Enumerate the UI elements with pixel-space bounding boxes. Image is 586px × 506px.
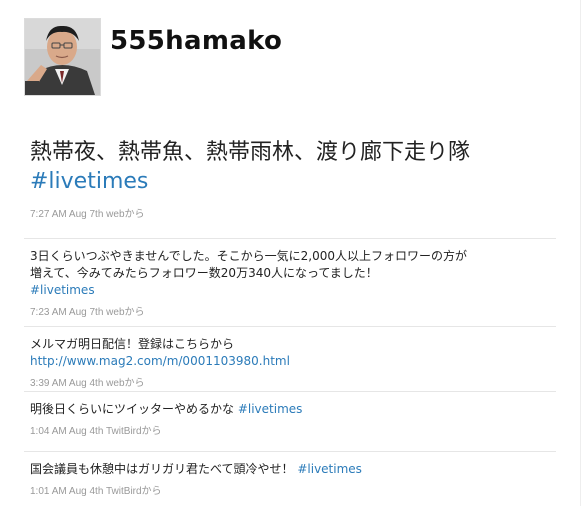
avatar[interactable] — [24, 18, 101, 96]
tweet-timeline: 3日くらいつぶやきませんでした。そこから一気に2,000人以上フォロワーの方が増… — [24, 238, 556, 505]
tweet-item: メルマガ明日配信！登録はこちらから http://www.mag2.com/m/0… — [24, 326, 556, 391]
page-divider — [580, 0, 581, 506]
tweet-meta: 3:39 AM Aug 4th webから — [30, 374, 556, 389]
profile-header: 555hamako — [24, 18, 564, 96]
tweet-source: TwitBirdから — [106, 486, 162, 497]
tweet-link[interactable]: http://www.mag2.com/m/0001103980.html — [30, 354, 290, 368]
tweet-body: 国会議員も休憩中はガリガリ君たべて頭冷やせ！ — [30, 462, 298, 476]
featured-tweet-text: 熱帯夜、熱帯魚、熱帯雨林、渡り廊下走り隊 #livetimes — [30, 138, 550, 196]
tweet-item: 国会議員も休憩中はガリガリ君たべて頭冷やせ！ #livetimes 1:01 A… — [24, 451, 556, 505]
tweet-meta: 7:23 AM Aug 7th webから — [30, 303, 556, 318]
tweet-hashtag[interactable]: #livetimes — [297, 462, 362, 476]
tweet-text: メルマガ明日配信！登録はこちらから http://www.mag2.com/m/0… — [30, 336, 470, 370]
profile-username[interactable]: 555hamako — [110, 26, 282, 56]
tweet-source: webから — [106, 378, 145, 389]
featured-tweet-hashtag[interactable]: #livetimes — [30, 169, 148, 194]
tweet-timestamp[interactable]: 3:39 AM Aug 4th — [30, 378, 103, 389]
featured-tweet-timestamp[interactable]: 7:27 AM Aug 7th — [30, 209, 103, 220]
tweet-item: 明後日くらいにツイッターやめるかな #livetimes 1:04 AM Aug… — [24, 391, 556, 451]
tweet-body: 明後日くらいにツイッターやめるかな — [30, 402, 238, 416]
tweet-meta: 1:01 AM Aug 4th TwitBirdから — [30, 482, 556, 497]
user-avatar-icon — [25, 19, 100, 95]
tweet-body: メルマガ明日配信！登録はこちらから — [30, 337, 235, 351]
tweet-text: 3日くらいつぶやきませんでした。そこから一気に2,000人以上フォロワーの方が増… — [30, 248, 470, 299]
featured-tweet-source: webから — [106, 209, 145, 220]
tweet-timestamp[interactable]: 7:23 AM Aug 7th — [30, 307, 103, 318]
tweet-item: 3日くらいつぶやきませんでした。そこから一気に2,000人以上フォロワーの方が増… — [24, 238, 556, 326]
featured-tweet: 熱帯夜、熱帯魚、熱帯雨林、渡り廊下走り隊 #livetimes 7:27 AM … — [30, 138, 550, 220]
tweet-timestamp[interactable]: 1:04 AM Aug 4th — [30, 426, 103, 437]
tweet-body: 3日くらいつぶやきませんでした。そこから一気に2,000人以上フォロワーの方が増… — [30, 249, 468, 280]
featured-tweet-body: 熱帯夜、熱帯魚、熱帯雨林、渡り廊下走り隊 — [30, 140, 471, 165]
tweet-text: 国会議員も休憩中はガリガリ君たべて頭冷やせ！ #livetimes — [30, 461, 470, 478]
tweet-timestamp[interactable]: 1:01 AM Aug 4th — [30, 486, 103, 497]
tweet-source: TwitBirdから — [106, 426, 162, 437]
featured-tweet-meta: 7:27 AM Aug 7th webから — [30, 205, 550, 220]
tweet-meta: 1:04 AM Aug 4th TwitBirdから — [30, 422, 556, 437]
tweet-hashtag[interactable]: #livetimes — [238, 402, 303, 416]
tweet-text: 明後日くらいにツイッターやめるかな #livetimes — [30, 401, 470, 418]
tweet-source: webから — [106, 307, 145, 318]
tweet-hashtag[interactable]: #livetimes — [30, 283, 95, 297]
